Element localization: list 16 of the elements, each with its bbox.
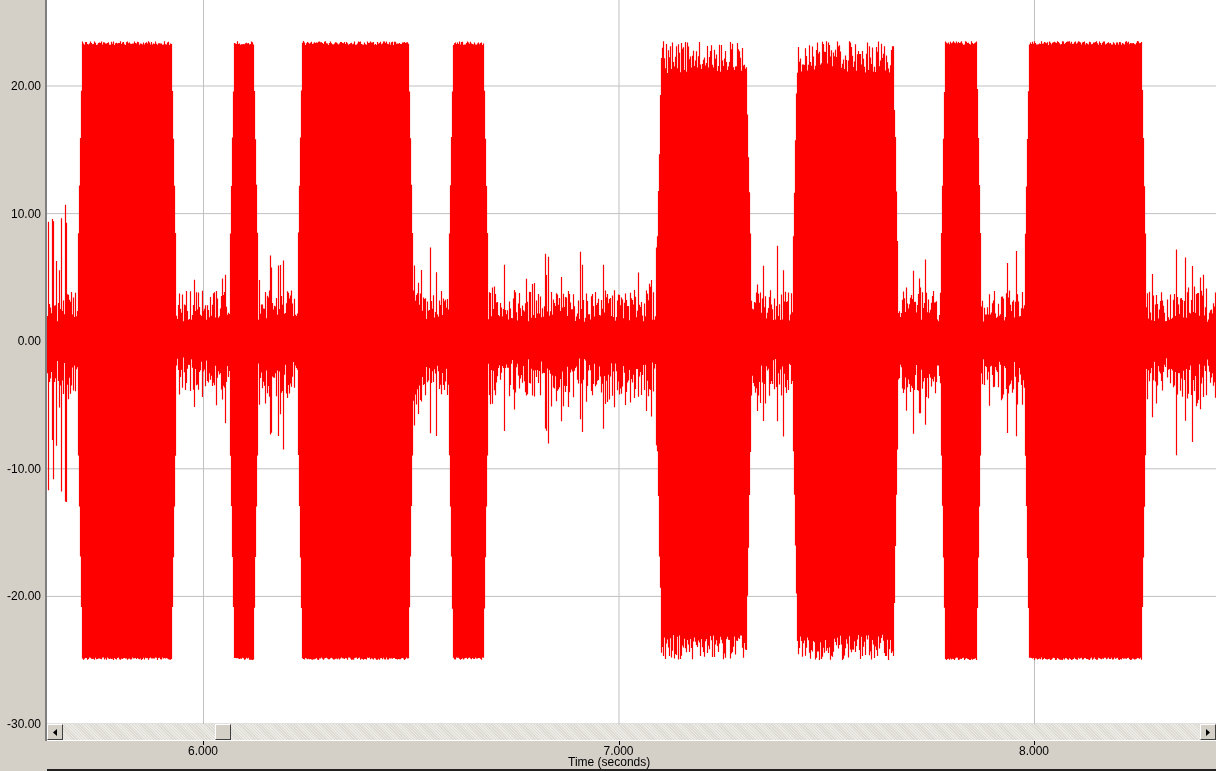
x-axis-label: 6.000 [188, 744, 218, 758]
x-axis-label: 8.000 [1019, 744, 1049, 758]
x-axis-label: 7.000 [603, 744, 634, 758]
y-axis-label: -10.00 [6, 461, 41, 476]
y-axis-label: 10.00 [10, 206, 41, 221]
scrollbar-thumb[interactable] [215, 724, 231, 740]
scroll-right-button[interactable] [1200, 724, 1216, 740]
y-axis-label: 0.00 [17, 334, 41, 349]
right-arrow-icon [1206, 728, 1210, 736]
scroll-left-button[interactable] [47, 724, 63, 740]
y-axis-label: -20.00 [6, 589, 41, 604]
y-axis-label: 20.00 [10, 79, 41, 93]
horizontal-scrollbar[interactable] [47, 724, 1216, 741]
left-arrow-icon [53, 728, 57, 736]
y-axis-label: -30.00 [6, 717, 41, 731]
x-axis-title: Time (seconds) [568, 755, 651, 769]
